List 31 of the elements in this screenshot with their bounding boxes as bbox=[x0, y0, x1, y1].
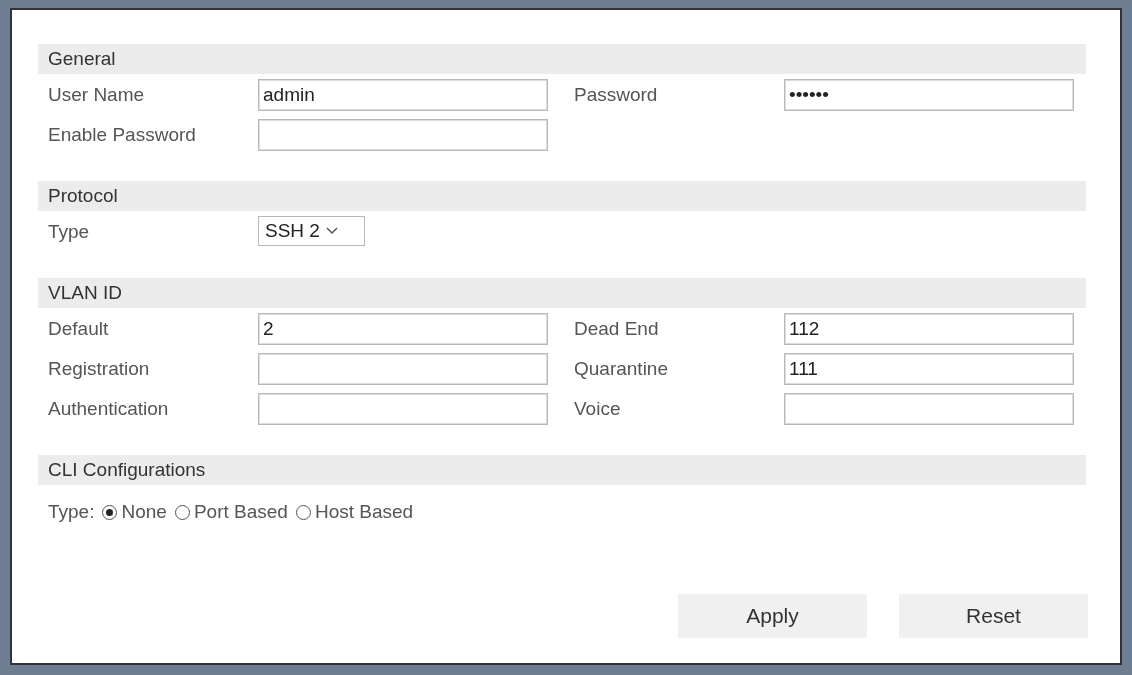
field-label: Enable Password bbox=[48, 123, 197, 147]
input-field[interactable] bbox=[258, 393, 548, 425]
caret-icon bbox=[325, 227, 338, 235]
field-label: Type: bbox=[48, 500, 95, 524]
section-header: CLI Configurations bbox=[38, 455, 1086, 485]
radio-option[interactable]: None bbox=[102, 501, 167, 523]
field-label: Type bbox=[48, 220, 91, 244]
input-field[interactable]: admin bbox=[258, 79, 548, 111]
input-field[interactable] bbox=[258, 353, 548, 385]
section-header: General bbox=[38, 44, 1086, 74]
field-label: Password bbox=[574, 83, 659, 107]
input-field[interactable] bbox=[784, 393, 1074, 425]
field-label: Voice bbox=[574, 397, 622, 421]
field-label: User Name bbox=[48, 83, 146, 107]
section-header: Protocol bbox=[38, 181, 1086, 211]
radio-option[interactable]: Port Based bbox=[174, 501, 288, 523]
reset-button[interactable]: Reset bbox=[899, 594, 1088, 638]
field-label: Quarantine bbox=[574, 357, 669, 381]
field-label: Registration bbox=[48, 357, 151, 381]
apply-button[interactable]: Apply bbox=[678, 594, 867, 638]
input-field[interactable] bbox=[258, 119, 548, 151]
protocol-select[interactable]: SSH 2 bbox=[258, 216, 365, 246]
input-field[interactable]: 2 bbox=[258, 313, 548, 345]
input-field[interactable]: •••••• bbox=[784, 79, 1074, 111]
field-label: Dead End bbox=[574, 317, 660, 341]
radio-option[interactable]: Host Based bbox=[295, 501, 414, 523]
input-field[interactable]: 111 bbox=[784, 353, 1074, 385]
input-field[interactable]: 112 bbox=[784, 313, 1074, 345]
field-label: Authentication bbox=[48, 397, 170, 421]
section-header: VLAN ID bbox=[38, 278, 1086, 308]
field-label: Default bbox=[48, 317, 110, 341]
